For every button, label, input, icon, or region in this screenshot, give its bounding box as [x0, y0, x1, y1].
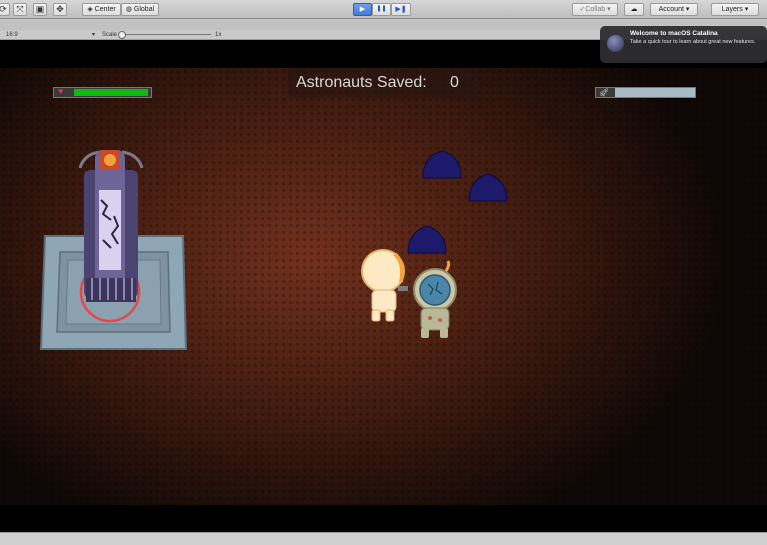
status-bar [0, 532, 767, 545]
slime-enemy-1 [422, 150, 462, 179]
catalina-icon [607, 35, 624, 52]
space-global-button[interactable]: ◍ Global [121, 3, 159, 16]
layers-dropdown[interactable]: Layers [711, 3, 759, 16]
rect-tool-icon[interactable]: ▣ [33, 3, 47, 16]
player-astronaut [361, 249, 408, 322]
rocket-fuel-bar: 🚀︎ [595, 87, 696, 98]
macos-notification[interactable]: Welcome to macOS Catalina Take a quick t… [600, 26, 767, 63]
slime-enemy-2 [468, 173, 508, 202]
stranded-astronaut [413, 260, 457, 338]
pause-button[interactable]: ❚❚ [372, 3, 391, 16]
globe-icon: ◍ [125, 6, 134, 13]
rocket-icon: 🚀︎ [599, 88, 610, 97]
header-separator: ▾ [92, 32, 96, 38]
scale-slider-thumb[interactable] [118, 31, 126, 39]
collab-label: Collab [585, 6, 606, 13]
play-button[interactable]: ▶ [353, 3, 372, 16]
rocket [78, 150, 144, 302]
pivot-center-button[interactable]: ◈ Center [82, 3, 121, 16]
heart-icon: ♥ [58, 86, 64, 96]
cloud-icon: ☁ [630, 6, 638, 13]
health-bar-fill [74, 89, 148, 96]
rotate-tool-icon[interactable]: ⟳ [0, 3, 10, 16]
scene-sprites [39, 150, 508, 350]
step-button[interactable]: ▶❚ [391, 3, 411, 16]
account-dropdown[interactable]: Account [650, 3, 698, 16]
score-value: 0 [450, 74, 459, 91]
layers-label: Layers [721, 6, 743, 13]
pivot-label: Center [94, 6, 116, 13]
notification-title: Welcome to macOS Catalina [630, 30, 718, 37]
health-bar: ♥ [53, 86, 152, 98]
aspect-dropdown[interactable]: 16:9 [6, 30, 18, 40]
scale-value: 1x [215, 32, 222, 38]
transform-tool-icon[interactable]: ✥ [53, 3, 67, 16]
space-label: Global [133, 6, 155, 13]
game-viewport[interactable]: ♥ Astronauts Saved: 0 🚀︎ [0, 40, 767, 532]
account-label: Account [658, 6, 684, 13]
editor-toolbar: ⟳ ⤧ ▣ ✥ ◈ Center ◍ Global ▶ ❚❚ ▶❚ ✓Colla… [0, 0, 767, 19]
score-label: Astronauts Saved: [296, 74, 427, 91]
cloud-button[interactable]: ☁ [624, 3, 644, 16]
slime-enemy-3 [407, 225, 447, 254]
score-panel: Astronauts Saved: 0 [288, 68, 478, 98]
pivot-icon: ◈ [87, 6, 95, 13]
collab-dropdown[interactable]: ✓Collab [572, 3, 618, 16]
scale-tool-icon[interactable]: ⤧ [13, 3, 27, 16]
scale-label: Scale [102, 32, 118, 38]
notification-body: Take a quick tour to learn about great n… [630, 39, 756, 45]
scale-slider-track[interactable] [121, 34, 211, 35]
